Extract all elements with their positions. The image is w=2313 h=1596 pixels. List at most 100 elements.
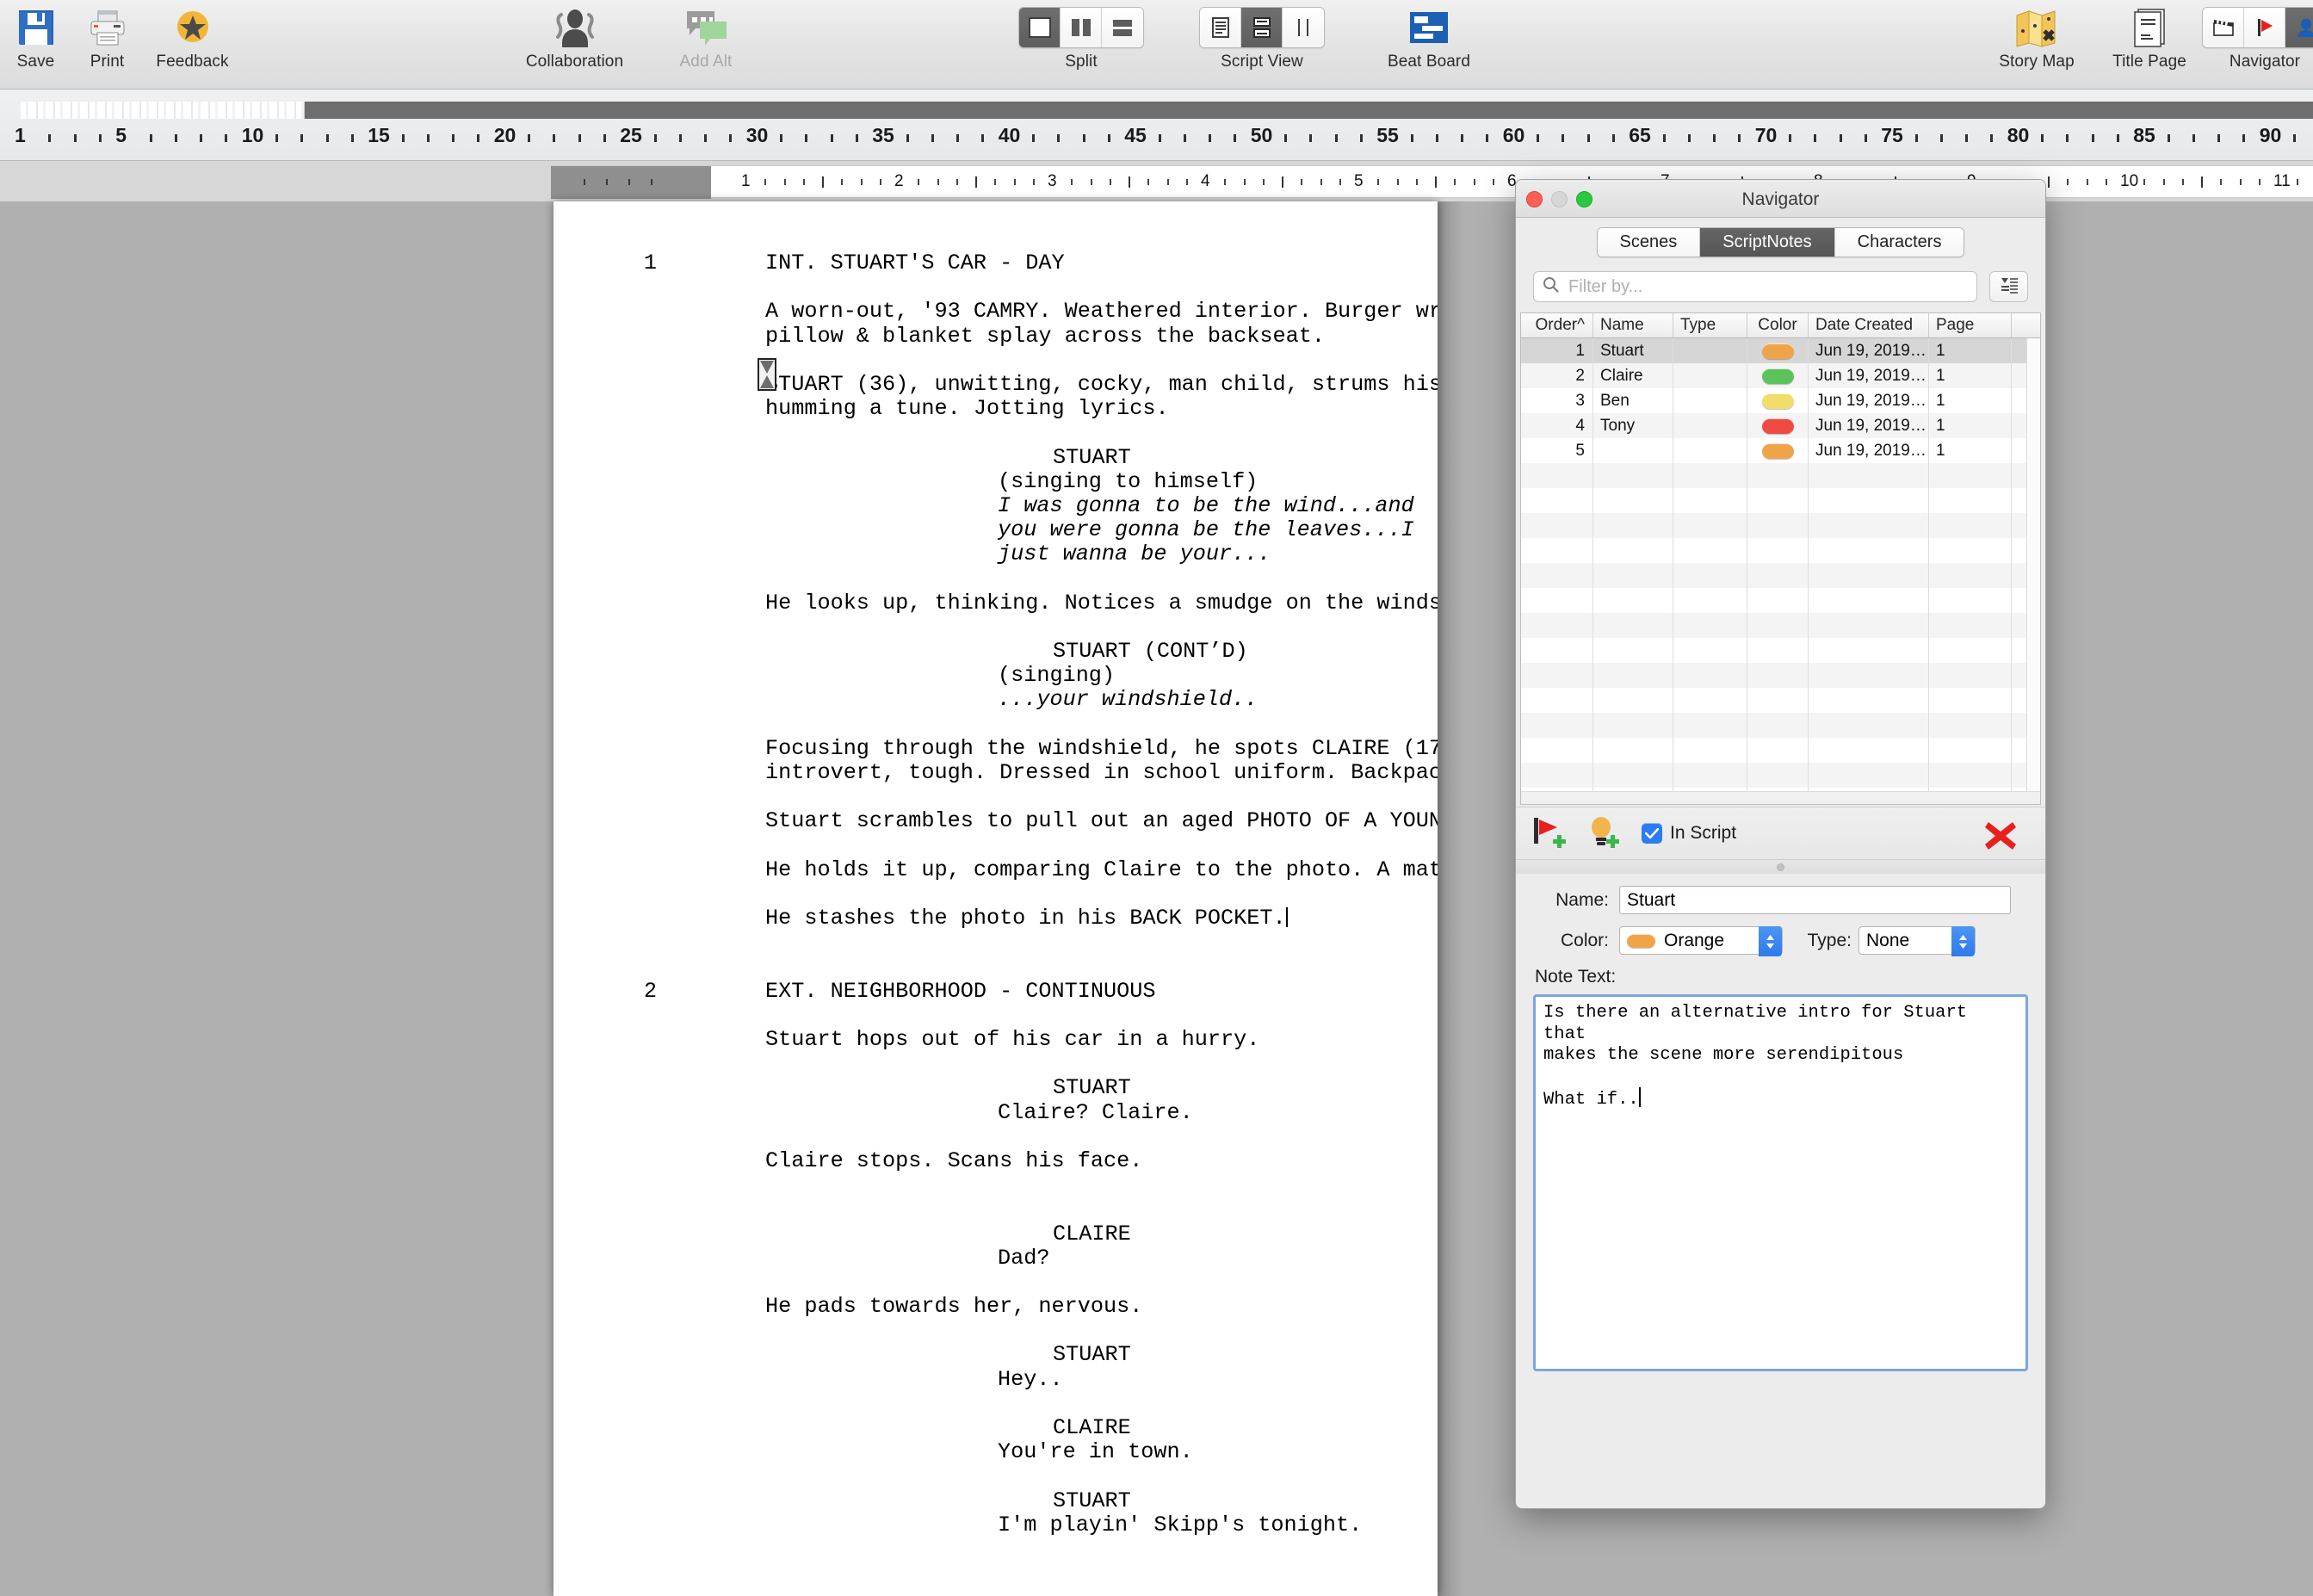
column-header-date-created[interactable]: Date Created — [1809, 313, 1929, 337]
column-options-button[interactable] — [1989, 271, 2028, 302]
script-view-option-column-view[interactable] — [1283, 8, 1324, 47]
filter-input[interactable] — [1567, 275, 1968, 298]
tab-scenes[interactable]: Scenes — [1597, 227, 1701, 257]
chevron-updown-icon[interactable] — [1759, 926, 1782, 956]
navigator-control[interactable]: Navigator — [2201, 0, 2313, 71]
character-cue-line[interactable]: STUART (CONT’D) — [554, 639, 1438, 664]
page-scrubber[interactable]: 1 5 10 15 20 25 30 35 40 45 50 55 60 65 70 75 80 85 90 — [0, 90, 2313, 161]
table-row[interactable]: 4 Tony Jun 19, 2019… 1 — [1521, 413, 2040, 438]
dialogue-line[interactable]: Hey.. — [554, 1367, 1438, 1392]
title-page-button[interactable]: Title Page — [2098, 0, 2201, 71]
table-horizontal-scrollbar[interactable] — [1521, 791, 2040, 804]
navigator-titlebar[interactable]: Navigator — [1516, 180, 2045, 218]
character-cue-line[interactable]: STUART — [554, 1076, 1438, 1100]
script-page-text[interactable]: 1 INT. STUART'S CAR - DAY A worn-out, '93… — [554, 201, 1438, 1596]
dialogue-line[interactable]: Claire? Claire. — [554, 1100, 1438, 1125]
table-vertical-scrollbar[interactable] — [2026, 338, 2040, 804]
action-line[interactable]: Focusing through the windshield, he spot… — [554, 736, 1438, 761]
table-row-empty[interactable] — [1521, 588, 2040, 613]
action-line[interactable]: Stuart scrambles to pull out an aged PHO… — [554, 809, 1438, 833]
note-text-editor[interactable]: Is there an alternative intro for Stuart… — [1533, 994, 2028, 1371]
script-view-option-page-view[interactable] — [1200, 8, 1241, 47]
column-header-order[interactable]: Order^ — [1521, 313, 1593, 337]
table-row-empty[interactable] — [1521, 538, 2040, 563]
action-line[interactable]: He looks up, thinking. Notices a smudge … — [554, 591, 1438, 616]
split-option-single-pane[interactable] — [1019, 8, 1061, 47]
action-line[interactable]: humming a tune. Jotting lyrics. — [554, 396, 1438, 421]
column-header-type[interactable]: Type — [1673, 313, 1747, 337]
action-line[interactable]: STUART (36), unwitting, cocky, man child… — [554, 372, 1438, 397]
table-row-empty[interactable] — [1521, 738, 2040, 763]
action-line[interactable]: introvert, tough. Dressed in school unif… — [554, 760, 1438, 785]
filter-field[interactable] — [1533, 271, 1977, 302]
table-row-empty[interactable] — [1521, 688, 2040, 713]
feedback-button[interactable]: Feedback — [143, 0, 242, 71]
table-row-empty[interactable] — [1521, 663, 2040, 688]
table-row-empty[interactable] — [1521, 463, 2040, 488]
table-row-empty[interactable] — [1521, 638, 2040, 663]
delete-note-button[interactable] — [1982, 819, 2019, 857]
dialogue-line[interactable]: Dad? — [554, 1246, 1438, 1271]
navigator-window[interactable]: Navigator Scenes ScriptNotes Characters … — [1515, 179, 2046, 1509]
indent-marker-handle[interactable] — [758, 358, 776, 391]
tab-scriptnotes[interactable]: ScriptNotes — [1700, 227, 1835, 257]
character-cue-line[interactable]: STUART — [554, 1488, 1438, 1513]
action-line[interactable]: A worn-out, '93 CAMRY. Weathered interio… — [554, 300, 1438, 324]
dialogue-line[interactable]: you were gonna be the leaves...I — [554, 517, 1438, 542]
scene-heading-line[interactable]: 2 EXT. NEIGHBORHOOD - CONTINUOUS — [554, 979, 1438, 1004]
dialogue-line[interactable]: ...your windshield.. — [554, 688, 1438, 712]
action-line[interactable]: Claire stops. Scans his face. — [554, 1148, 1438, 1173]
in-script-checkbox[interactable] — [1642, 823, 1662, 844]
character-cue-line[interactable]: CLAIRE — [554, 1415, 1438, 1440]
print-button[interactable]: Print — [71, 0, 143, 71]
table-row[interactable]: 5 Jun 19, 2019… 1 — [1521, 438, 2040, 463]
tab-characters[interactable]: Characters — [1834, 227, 1964, 257]
parenthetical-line[interactable]: (singing to himself) — [554, 469, 1438, 494]
save-button[interactable]: Save — [0, 0, 71, 71]
script-page[interactable]: 1 INT. STUART'S CAR - DAY A worn-out, '93… — [554, 201, 1438, 1596]
action-line[interactable]: He stashes the photo in his BACK POCKET. — [554, 906, 1438, 931]
split-option-two-row[interactable] — [1102, 8, 1143, 47]
document-ruler-scale[interactable]: 1234567891011 — [551, 165, 2313, 199]
dialogue-line[interactable]: just wanna be your... — [554, 542, 1438, 566]
character-cue-line[interactable]: CLAIRE — [554, 1222, 1438, 1246]
story-map-button[interactable]: Story Map — [1976, 0, 2098, 71]
add-alt-button[interactable]: Add Alt — [654, 0, 758, 71]
panel-resize-grip[interactable] — [1516, 860, 2045, 874]
chevron-updown-icon[interactable] — [1951, 926, 1975, 956]
page-scrubber-thumb[interactable] — [21, 102, 305, 119]
split-control[interactable]: Split — [1001, 0, 1161, 71]
script-view-control[interactable]: Script View — [1180, 0, 1344, 71]
type-select[interactable]: None — [1858, 926, 1976, 956]
table-row-empty[interactable] — [1521, 713, 2040, 738]
dialogue-line[interactable]: I was gonna to be the wind...and — [554, 493, 1438, 518]
action-line[interactable]: He pads towards her, nervous. — [554, 1294, 1438, 1319]
navigator-option-scriptnotes[interactable] — [2244, 8, 2285, 47]
action-line[interactable]: pillow & blanket splay across the backse… — [554, 324, 1438, 349]
navigator-option-characters[interactable] — [2285, 8, 2313, 47]
table-body[interactable]: 1 Stuart Jun 19, 2019… 1 2 Claire Jun 19, 2019… — [1521, 338, 2040, 804]
action-line[interactable]: Stuart hops out of his car in a hurry. — [554, 1027, 1438, 1052]
add-flag-note-icon[interactable] — [1531, 814, 1569, 853]
page-scrubber-track[interactable] — [21, 102, 2313, 119]
beat-board-button[interactable]: Beat Board — [1356, 0, 1502, 71]
table-row-empty[interactable] — [1521, 763, 2040, 788]
script-view-segmented[interactable] — [1199, 7, 1325, 48]
column-header-page[interactable]: Page — [1929, 313, 2012, 337]
character-cue-line[interactable]: STUART — [554, 1343, 1438, 1367]
scriptnotes-table[interactable]: Order^ Name Type Color Date Created Page… — [1520, 312, 2041, 805]
table-row-empty[interactable] — [1521, 563, 2040, 588]
dialogue-line[interactable]: You're in town. — [554, 1439, 1438, 1464]
table-row[interactable]: 1 Stuart Jun 19, 2019… 1 — [1521, 338, 2040, 363]
scene-heading-line[interactable]: 1 INT. STUART'S CAR - DAY — [554, 251, 1438, 275]
split-segmented[interactable] — [1018, 7, 1144, 48]
action-line[interactable]: He holds it up, comparing Claire to the … — [554, 857, 1438, 882]
table-row[interactable]: 2 Claire Jun 19, 2019… 1 — [1521, 363, 2040, 388]
parenthetical-line[interactable]: (singing) — [554, 663, 1438, 688]
dialogue-line[interactable]: I'm playin' Skipp's tonight. — [554, 1512, 1438, 1537]
script-view-option-split-horizontal[interactable] — [1241, 8, 1283, 47]
navigator-segmented[interactable] — [2202, 7, 2313, 48]
table-row[interactable]: 3 Ben Jun 19, 2019… 1 — [1521, 388, 2040, 413]
split-option-two-column[interactable] — [1061, 8, 1102, 47]
table-row-empty[interactable] — [1521, 488, 2040, 513]
